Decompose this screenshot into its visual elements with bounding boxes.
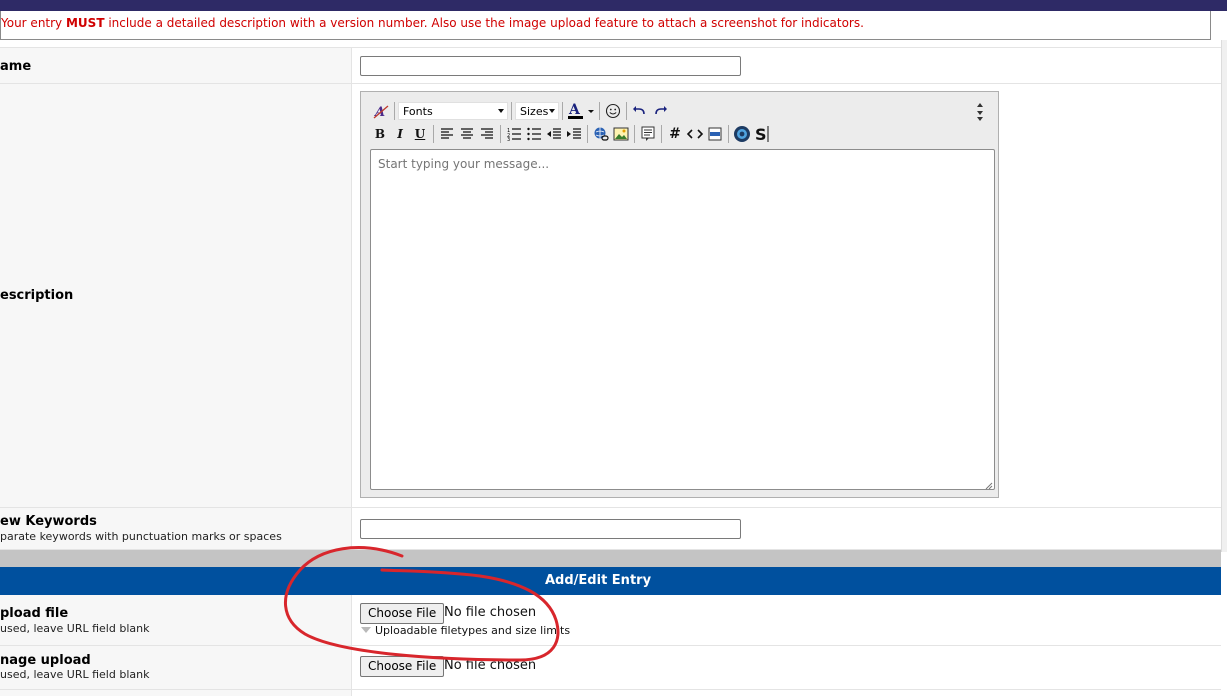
keywords-field-cell [353, 508, 1221, 549]
underline-icon[interactable]: U [410, 124, 430, 144]
notice-text: Your entry MUST include a detailed descr… [1, 16, 864, 30]
chevron-down-icon [549, 109, 555, 113]
text-color-icon[interactable]: A [566, 101, 596, 121]
indent-icon[interactable] [564, 124, 584, 144]
upload-file-status: No file chosen [444, 605, 537, 620]
section-header: Add/Edit Entry [0, 567, 1221, 595]
align-right-icon[interactable] [477, 124, 497, 144]
upload-limits-text: Uploadable filetypes and size limits [375, 624, 571, 637]
italic-icon[interactable]: I [390, 124, 410, 144]
name-field-cell [353, 48, 1221, 83]
upload-label-cell: pload file used, leave URL field blank [0, 595, 352, 645]
keywords-hint: parate keywords with punctuation marks o… [0, 530, 282, 543]
toolbar-separator [511, 102, 512, 120]
notice-must: MUST [65, 16, 105, 30]
toolbar-separator [599, 102, 600, 120]
bold-icon[interactable]: B [370, 124, 390, 144]
font-style-icon[interactable]: A [371, 101, 391, 121]
upload-limits-link[interactable]: Uploadable filetypes and size limits [361, 624, 570, 637]
toolbar-separator [661, 125, 662, 143]
keywords-label: ew Keywords [0, 514, 97, 529]
toolbar-separator [587, 125, 588, 143]
message-textarea[interactable]: Start typing your message... [370, 149, 995, 490]
keywords-row: ew Keywords parate keywords with punctua… [0, 508, 1221, 550]
section-header-title: Add/Edit Entry [545, 573, 652, 588]
name-label-cell: ame [0, 48, 352, 83]
name-input[interactable] [360, 56, 741, 76]
redo-icon[interactable] [650, 101, 670, 121]
image-label-cell: nage upload used, leave URL field blank [0, 646, 352, 689]
quote-icon[interactable] [638, 124, 658, 144]
hash-icon[interactable]: # [665, 124, 685, 144]
description-label-cell: escription [0, 84, 352, 507]
image-choose-file-button[interactable]: Choose File [360, 656, 445, 677]
expand-triangle-icon [361, 627, 371, 633]
top-bar [0, 0, 1227, 11]
ordered-list-icon[interactable]: 123 [504, 124, 524, 144]
toolbar-separator [634, 125, 635, 143]
smiley-icon[interactable] [603, 101, 623, 121]
image-upload-hint: used, leave URL field blank [0, 668, 150, 681]
editor-toolbar-row-2: B I U 123 # S [370, 124, 772, 144]
upload-file-label: pload file [0, 606, 69, 621]
php-icon[interactable] [705, 124, 725, 144]
sizes-dropdown-label: Sizes [520, 104, 549, 118]
source-icon[interactable] [732, 124, 752, 144]
toolbar-separator [433, 125, 434, 143]
toolbar-separator [562, 102, 563, 120]
description-label: escription [0, 288, 74, 303]
svg-text:S: S [755, 125, 767, 143]
toolbar-separator [728, 125, 729, 143]
message-placeholder: Start typing your message... [378, 157, 550, 171]
upload-choose-file-button[interactable]: Choose File [360, 603, 445, 624]
fonts-dropdown-label: Fonts [403, 104, 433, 118]
align-left-icon[interactable] [437, 124, 457, 144]
collapse-toolbar-icon[interactable] [970, 102, 990, 122]
name-row: ame [0, 47, 1221, 84]
editor-toolbar-row-1: A Fonts Sizes A [371, 101, 670, 121]
svg-text:3: 3 [507, 137, 510, 141]
svg-text:A: A [568, 102, 581, 118]
image-file-status: No file chosen [444, 658, 537, 673]
unordered-list-icon[interactable] [524, 124, 544, 144]
name-label: ame [0, 59, 32, 74]
rich-text-editor: A Fonts Sizes A B I U 123 [360, 91, 999, 498]
upload-file-hint: used, leave URL field blank [0, 622, 150, 635]
fonts-dropdown[interactable]: Fonts [398, 102, 508, 120]
align-center-icon[interactable] [457, 124, 477, 144]
toolbar-separator [626, 102, 627, 120]
image-upload-label: nage upload [0, 653, 91, 668]
keywords-input[interactable] [360, 519, 741, 539]
notice-box: Your entry MUST include a detailed descr… [0, 11, 1211, 40]
chevron-down-icon [498, 109, 504, 113]
upload-field-cell: Choose File No file chosen Uploadable fi… [353, 595, 1221, 645]
next-row [0, 690, 1221, 696]
link-icon[interactable] [591, 124, 611, 144]
outdent-icon[interactable] [544, 124, 564, 144]
image-upload-row: nage upload used, leave URL field blank … [0, 646, 1221, 690]
resize-handle-icon[interactable] [984, 479, 993, 490]
strike-icon[interactable]: S [752, 124, 772, 144]
keywords-label-cell: ew Keywords parate keywords with punctua… [0, 508, 352, 549]
upload-file-row: pload file used, leave URL field blank C… [0, 595, 1221, 646]
image-field-cell: Choose File No file chosen [353, 646, 1221, 689]
toolbar-separator [394, 102, 395, 120]
undo-icon[interactable] [630, 101, 650, 121]
next-label-cell [0, 690, 352, 696]
image-icon[interactable] [611, 124, 631, 144]
code-icon[interactable] [685, 124, 705, 144]
toolbar-separator [500, 125, 501, 143]
right-scroll-area [1221, 40, 1227, 552]
sizes-dropdown[interactable]: Sizes [515, 102, 559, 120]
section-divider [0, 550, 1221, 567]
